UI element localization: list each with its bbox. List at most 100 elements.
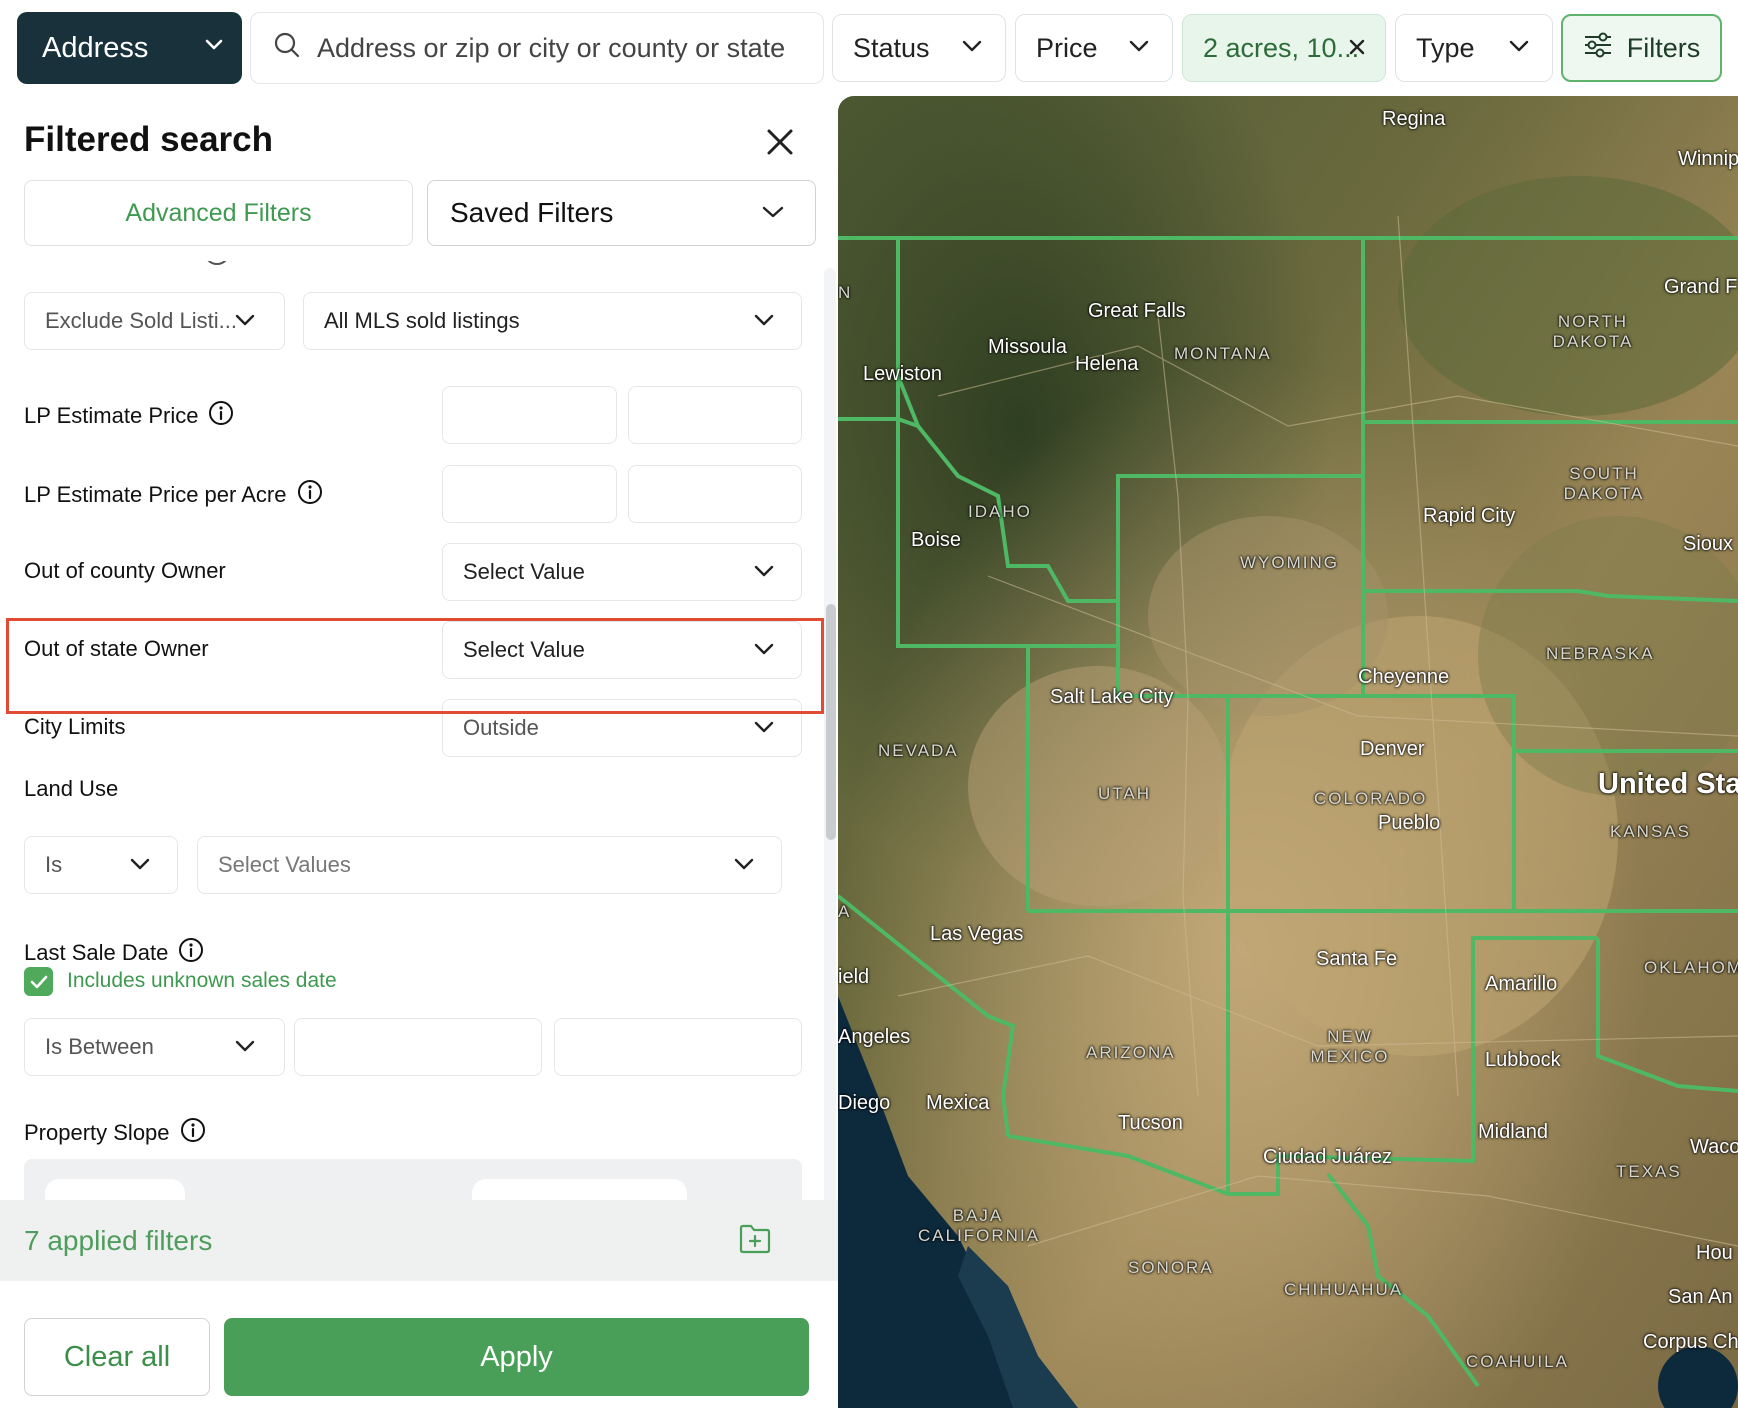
close-icon[interactable] [1347,37,1367,57]
out-of-county-owner-select[interactable]: Select Value [442,543,802,601]
page-title: Filtered search [24,120,273,159]
map-label-city: Helena [1075,353,1139,375]
out-of-county-owner-label: Out of county Owner [24,558,226,583]
price-filter-pill[interactable]: Price [1015,14,1173,82]
sold-source-value: All MLS sold listings [324,308,520,333]
map-label-state: UTAH [1098,784,1152,803]
lp-estimate-price-text: LP Estimate Price [24,403,199,428]
lp-estimate-price-per-acre-min[interactable] [442,465,617,523]
map-label-state: COLORADO [1314,789,1428,808]
sold-source-select[interactable]: All MLS sold listings [303,292,802,350]
sold-mode-value: Exclude Sold Listi... [45,308,237,333]
lp-estimate-price-label: LP Estimate Price [24,400,234,432]
city-limits-value: Outside [463,715,539,740]
property-slope-label: Property Slope [24,1117,206,1149]
map-label-city: Lewiston [863,363,942,385]
map-label-city: Lubbock [1485,1049,1561,1071]
last-sale-date-start[interactable] [294,1018,542,1076]
map-label-state: BAJA CALIFORNIA [918,1206,1041,1245]
search-input[interactable]: Address or zip or city or county or stat… [250,12,824,84]
map-label-city: Boise [911,529,962,551]
chevron-down-icon [753,564,775,578]
map-label-city: Missoula [988,336,1067,358]
map-label-city: Diego [838,1092,891,1114]
info-icon[interactable] [208,400,234,432]
info-icon[interactable] [297,479,323,511]
save-folder-icon[interactable] [738,1222,772,1259]
property-slope-text: Property Slope [24,1120,170,1145]
chevron-down-icon [129,857,151,871]
chevron-down-icon [234,1039,256,1053]
chevron-down-icon [733,857,755,871]
map-label-city: Waco [1690,1136,1738,1158]
type-label: Type [1416,32,1475,63]
map-label-state: SOUTH DAKOTA [1563,464,1645,503]
map-label-city: Midland [1478,1121,1549,1143]
land-use-operator-select[interactable]: Is [24,836,178,894]
lp-estimate-price-per-acre-max[interactable] [628,465,802,523]
chevron-down-icon [1508,39,1530,53]
chevron-down-icon [961,39,983,53]
info-icon[interactable] [180,1117,206,1149]
map-label-state: IDAHO [968,502,1032,521]
map-label-city: Tucson [1118,1112,1183,1134]
map-label-state: TEXAS [1616,1162,1682,1181]
type-filter-pill[interactable]: Type [1395,14,1553,82]
sold-mode-select[interactable]: Exclude Sold Listi... [24,292,285,350]
map-label-state: WYOMING [1240,553,1339,572]
map-label-city: Sioux [1683,533,1734,555]
chevron-down-icon [753,313,775,327]
info-icon[interactable] [178,937,204,969]
lp-estimate-price-min[interactable] [442,386,617,444]
map-label-state: N [838,283,853,302]
map-label-city: Rapid City [1423,505,1516,527]
applied-filters-count[interactable]: 7 applied filters [24,1225,212,1257]
map-label-city: ield [838,966,870,988]
lp-estimate-price-max[interactable] [628,386,802,444]
land-use-operator-value: Is [45,852,63,877]
status-label: Status [853,32,930,63]
map-label-city: Winnip [1678,148,1738,170]
acreage-filter-pill[interactable]: 2 acres, 10... [1182,14,1386,82]
includes-unknown-label[interactable]: Includes unknown sales date [67,969,337,993]
map-label-city: Hou [1696,1242,1733,1264]
lp-estimate-price-per-acre-text: LP Estimate Price per Acre [24,482,287,507]
filters-button[interactable]: Filters [1561,14,1722,82]
map-label-city: Mexica [926,1092,990,1114]
lp-estimate-price-per-acre-label: LP Estimate Price per Acre [24,479,323,511]
includes-unknown-checkbox[interactable] [24,967,53,996]
map-label-state: ARIZONA [1086,1043,1176,1062]
last-sale-operator-value: Is Between [45,1034,154,1059]
map-label-city: San An [1668,1286,1733,1308]
land-use-values-select[interactable]: Select Values [197,836,782,894]
saved-filters-dropdown[interactable]: Saved Filters [427,180,816,246]
close-icon[interactable] [764,126,796,163]
land-use-values-placeholder: Select Values [218,852,351,877]
map-label-city: Santa Fe [1316,948,1398,970]
apply-button[interactable]: Apply [224,1318,809,1396]
map-view[interactable]: Regina Winnip Grand F Great Falls Missou… [838,96,1738,1408]
acreage-label: 2 acres, 10... [1203,32,1360,63]
map-label-state: NORTH DAKOTA [1552,312,1634,351]
last-sale-operator-select[interactable]: Is Between [24,1018,285,1076]
clear-all-button[interactable]: Clear all [24,1318,210,1396]
scrollbar-thumb[interactable] [826,604,836,840]
map-label-state: A [838,902,852,921]
address-mode-dropdown[interactable]: Address [17,12,242,84]
chevron-down-icon [753,720,775,734]
saved-filters-label: Saved Filters [450,197,614,228]
out-of-county-owner-value: Select Value [463,559,585,584]
city-limits-label: City Limits [24,714,126,739]
map-label-state: MONTANA [1174,344,1272,363]
check-icon [30,975,47,988]
status-filter-pill[interactable]: Status [832,14,1006,82]
highlight-box [6,618,824,714]
last-sale-date-end[interactable] [554,1018,802,1076]
map-label-state: KANSAS [1610,822,1691,841]
top-bar: Address Address or zip or city or county… [0,0,1738,96]
tab-advanced-filters[interactable]: Advanced Filters [24,180,413,246]
info-icon [204,261,230,265]
map-label-state: COAHUILA [1466,1352,1569,1371]
last-sale-date-text: Last Sale Date [24,940,169,965]
map-label-city: Salt Lake City [1050,686,1174,708]
